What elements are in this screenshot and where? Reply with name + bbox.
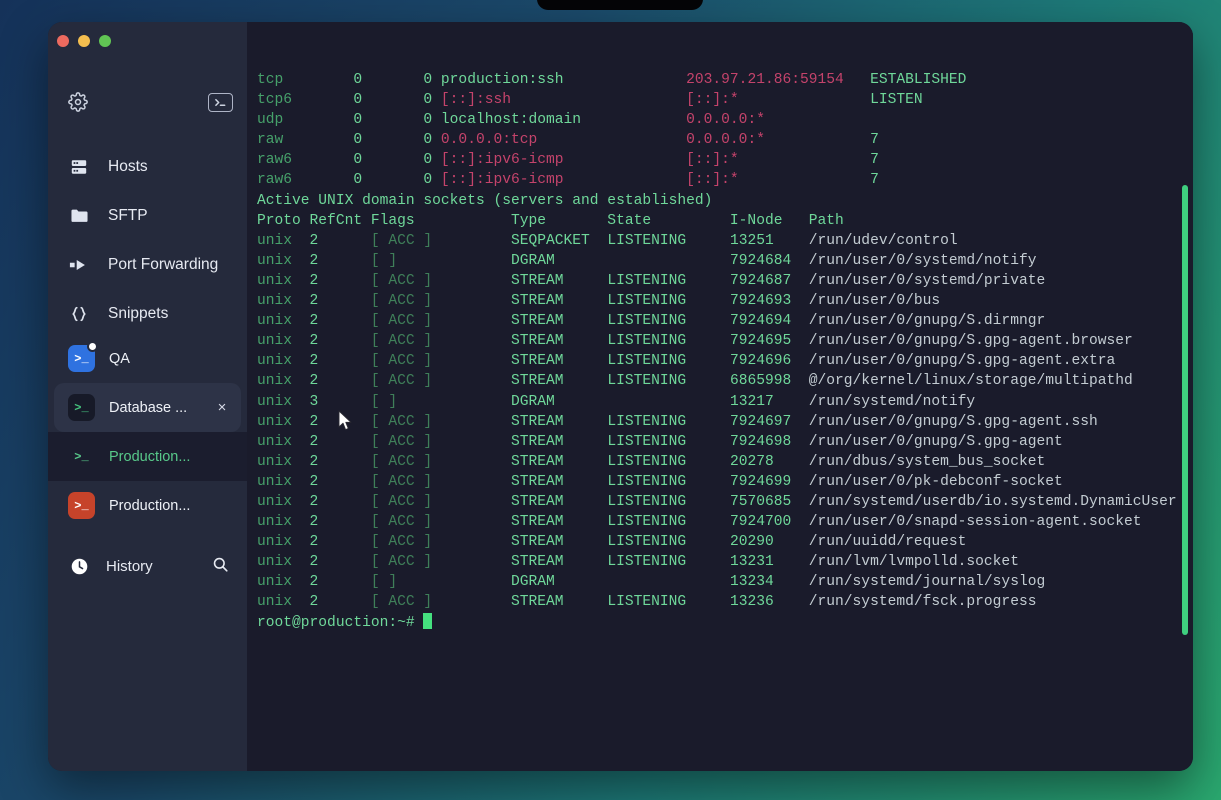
unix-socket-row: unix 2 [ ACC ] STREAM LISTENING 20290 /r…: [257, 534, 967, 551]
terminal-icon: >_: [68, 492, 95, 519]
sidebar-item-sftp[interactable]: SFTP: [48, 191, 247, 240]
unix-socket-row: unix 2 [ ACC ] SEQPACKET LISTENING 13251…: [257, 232, 958, 249]
sidebar-item-label: Port Forwarding: [108, 255, 219, 273]
server-rack-icon: [68, 158, 90, 176]
unix-socket-row: unix 2 [ ACC ] STREAM LISTENING 7570685 …: [257, 493, 1177, 510]
unix-column-header: Proto RefCnt Flags Type State I-Node Pat…: [257, 212, 844, 229]
unix-socket-row: unix 2 [ ACC ] STREAM LISTENING 7924697 …: [257, 413, 1098, 430]
unix-socket-row: unix 2 [ ACC ] STREAM LISTENING 7924700 …: [257, 514, 1142, 531]
notification-badge: [87, 341, 98, 352]
session-tab-label: Production...: [109, 448, 191, 465]
arrow-forward-icon: [68, 257, 90, 273]
new-terminal-button[interactable]: [208, 92, 233, 112]
unix-socket-row: unix 2 [ ACC ] STREAM LISTENING 13236 /r…: [257, 594, 1037, 611]
sidebar-item-label: SFTP: [108, 206, 148, 224]
curly-braces-icon: [68, 305, 90, 323]
sidebar-item-port-forwarding[interactable]: Port Forwarding: [48, 240, 247, 289]
unix-socket-row: unix 2 [ ] DGRAM 13234 /run/systemd/jour…: [257, 574, 1046, 591]
window-traffic-lights: [57, 35, 111, 47]
unix-socket-row: unix 2 [ ACC ] STREAM LISTENING 7924695 …: [257, 333, 1133, 350]
netstat-row: tcp 0 0 production:ssh 203.97.21.86:5915…: [257, 72, 967, 88]
session-tab-qa[interactable]: >_ QA: [48, 334, 247, 383]
session-tab-label: Database ...: [109, 399, 188, 416]
netstat-row: udp 0 0 localhost:domain 0.0.0.0:*: [257, 112, 871, 129]
session-tab-label: QA: [109, 350, 130, 367]
folder-icon: [68, 207, 90, 224]
terminal-icon: >_: [74, 449, 89, 464]
unix-socket-row: unix 2 [ ACC ] STREAM LISTENING 7924693 …: [257, 293, 941, 310]
clock-icon: [68, 557, 90, 576]
unix-socket-row: unix 2 [ ] DGRAM 7924684 /run/user/0/sys…: [257, 252, 1037, 269]
unix-socket-row: unix 2 [ ACC ] STREAM LISTENING 7924696 …: [257, 353, 1116, 370]
session-tab-production-active[interactable]: >_ Production...: [48, 432, 247, 481]
unix-section-header: Active UNIX domain sockets (servers and …: [257, 192, 713, 209]
session-tab-label: Production...: [109, 497, 191, 514]
sidebar-item-history[interactable]: History: [48, 542, 247, 591]
sidebar: Hosts SFTP Port Forwarding Snippets >_ Q…: [48, 22, 247, 771]
terminal-output-pane[interactable]: tcp 0 0 production:ssh 203.97.21.86:5915…: [247, 22, 1193, 771]
unix-socket-row: unix 2 [ ACC ] STREAM LISTENING 7924698 …: [257, 433, 1063, 450]
session-tab-database[interactable]: >_ Database ... ×: [54, 383, 241, 432]
netstat-row: raw 0 0 0.0.0.0:tcp 0.0.0.0:* 7: [257, 132, 879, 149]
sidebar-nav: Hosts SFTP Port Forwarding Snippets: [48, 142, 247, 338]
sidebar-item-label: Snippets: [108, 304, 169, 322]
gear-icon[interactable]: [68, 92, 88, 112]
unix-socket-row: unix 2 [ ACC ] STREAM LISTENING 7924687 …: [257, 272, 1046, 289]
netstat-row: tcp6 0 0 [::]:ssh [::]:* LISTEN: [257, 92, 923, 109]
netstat-row: raw6 0 0 [::]:ipv6-icmp [::]:* 7: [257, 172, 879, 189]
unix-socket-row: unix 2 [ ACC ] STREAM LISTENING 6865998 …: [257, 373, 1133, 390]
session-tab-list: >_ QA >_ Database ... × >_ Production...…: [48, 334, 247, 530]
unix-socket-row: unix 2 [ ACC ] STREAM LISTENING 13231 /r…: [257, 554, 1019, 571]
screen-notch: [537, 0, 703, 10]
sidebar-item-snippets[interactable]: Snippets: [48, 289, 247, 338]
session-tab-production[interactable]: >_ Production...: [48, 481, 247, 530]
terminal-app-window: Hosts SFTP Port Forwarding Snippets >_ Q…: [48, 22, 1193, 771]
shell-prompt-line: root@production:~#: [257, 612, 1193, 633]
unix-socket-row: unix 2 [ ACC ] STREAM LISTENING 7924694 …: [257, 313, 1046, 330]
terminal-cursor: [423, 612, 433, 629]
close-tab-button[interactable]: ×: [213, 399, 231, 417]
netstat-row: raw6 0 0 [::]:ipv6-icmp [::]:* 7: [257, 152, 879, 169]
terminal-text: tcp 0 0 production:ssh 203.97.21.86:5915…: [257, 70, 1193, 633]
sidebar-item-label: Hosts: [108, 157, 148, 175]
search-icon[interactable]: [212, 556, 229, 577]
terminal-icon: >_: [68, 394, 95, 421]
unix-socket-row: unix 3 [ ] DGRAM 13217 /run/systemd/noti…: [257, 393, 976, 410]
minimize-window-button[interactable]: [78, 35, 90, 47]
terminal-icon: >_: [68, 341, 98, 372]
sidebar-item-label: History: [106, 558, 153, 575]
maximize-window-button[interactable]: [99, 35, 111, 47]
close-window-button[interactable]: [57, 35, 69, 47]
terminal-icon: [215, 98, 226, 106]
sidebar-item-hosts[interactable]: Hosts: [48, 142, 247, 191]
unix-socket-row: unix 2 [ ACC ] STREAM LISTENING 20278 /r…: [257, 453, 1046, 470]
terminal-scrollbar[interactable]: [1182, 185, 1188, 635]
unix-socket-row: unix 2 [ ACC ] STREAM LISTENING 7924699 …: [257, 473, 1063, 490]
sidebar-top-actions: [48, 84, 247, 120]
